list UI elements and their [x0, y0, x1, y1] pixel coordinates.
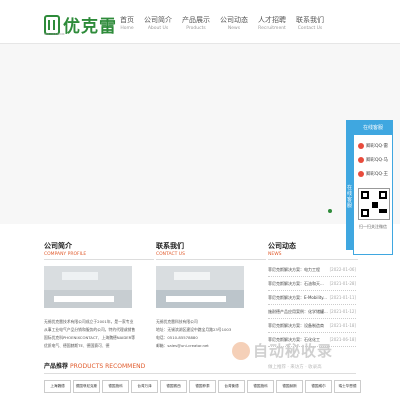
nav-label: 联系我们 — [296, 16, 324, 24]
watermark-logo-icon — [232, 341, 250, 360]
product-tab[interactable]: 德国施科 — [247, 380, 274, 393]
service-panel-title: 在线客服 — [354, 121, 392, 135]
products-title: 产品推荐 PRODUCTS RECOMMEND — [44, 361, 145, 370]
site-header: 优克雷 UNI-CREATOR 首页 Home 公司简介 About Us 产品… — [0, 0, 400, 44]
office-photo — [156, 266, 244, 308]
news-title: 施耐德产品应用案例：化学储罐... — [268, 309, 328, 314]
nav-label: 产品展示 — [182, 16, 210, 24]
qq-icon — [358, 143, 364, 149]
news-item[interactable]: 菲尼克斯解决方案：电力工程 [2022-01-06] — [268, 263, 356, 277]
product-tab[interactable]: 台湾衡德 — [218, 380, 245, 393]
wechat-qr-code — [358, 188, 390, 220]
product-tab[interactable]: 德国赛西 — [160, 380, 187, 393]
watermark-text: 自动秘收录 — [253, 342, 334, 360]
nav-home[interactable]: 首页 Home — [120, 16, 134, 32]
qq-icon — [358, 157, 364, 163]
qq-contact-label: 卿彩QQ·雷 — [366, 144, 389, 149]
news-date: [2021-01-28] — [329, 281, 356, 286]
news-item[interactable]: 菲尼克斯解决方案：E-Mobility... [2021-01-11] — [268, 291, 356, 305]
service-panel: 在线客服 卿彩QQ·雷 卿彩QQ·马 卿彩QQ·王 扫一扫关注微信 — [353, 120, 393, 255]
nav-sublabel: Recruitment — [258, 26, 286, 31]
divider — [44, 259, 154, 260]
nav-sublabel: Home — [120, 26, 134, 31]
page: 优克雷 UNI-CREATOR 首页 Home 公司简介 About Us 产品… — [0, 0, 400, 400]
qq-contact-label: 卿彩QQ·马 — [366, 158, 389, 163]
qq-icon — [358, 171, 364, 177]
nav-label: 人才招聘 — [258, 16, 286, 24]
divider — [268, 259, 358, 260]
product-tab[interactable]: 德国威尔 — [305, 380, 332, 393]
contact-company: 无锡优克雷科技有限公司 — [156, 319, 198, 324]
news-title: 菲尼克斯解决方案：电力工程 — [268, 267, 320, 272]
about-text: 无锡优克雷技术有限公司成立于2001年，是一家专业从事工业电气产品分销和服务的公… — [44, 319, 136, 348]
qq-contact-label: 卿彩QQ·王 — [366, 172, 389, 177]
news-title: 菲尼克斯解决方案：石油和天... — [268, 281, 324, 286]
qr-caption: 扫一扫关注微信 — [359, 224, 387, 229]
product-tab[interactable]: 上海魏德 — [44, 380, 71, 393]
nav-sublabel: Products — [186, 26, 206, 31]
nav-sublabel: News — [227, 26, 241, 31]
contact-address: 地址：无锡滨湖区建设中路宝月路23号1003 — [156, 327, 232, 332]
products-title-cn: 产品推荐 — [44, 363, 69, 370]
divider — [156, 259, 266, 260]
news-title: 菲尼克斯解决方案：E-Mobility... — [268, 295, 327, 300]
section-title: 公司简介 — [44, 242, 72, 250]
news-title: 菲尼克斯解决方案：设备制造商 — [268, 323, 324, 328]
news-date: [2021-01-11] — [329, 295, 356, 300]
news-date: [2021-01-18] — [329, 323, 356, 328]
product-tab[interactable]: 瑞士华恩德 — [334, 380, 361, 393]
about-section: 公司简介 COMPANY PROFILE 无锡优克雷技术有限公司成立于2001年… — [44, 241, 154, 350]
news-date: [2021-01-12] — [329, 309, 356, 314]
products-title-en: PRODUCTS RECOMMEND — [70, 363, 146, 370]
nav-label: 公司动态 — [220, 16, 248, 24]
product-tabs: 上海魏德 德国菲尼克斯 德国施科 台湾万泽 德国赛西 德国菲泰 台湾衡德 德国施… — [44, 380, 361, 393]
product-tab[interactable]: 德国赫斯 — [276, 380, 303, 393]
logo-text: 优克雷 — [63, 17, 117, 37]
product-tab[interactable]: 台湾万泽 — [131, 380, 158, 393]
news-date: [2021-06-18] — [329, 337, 356, 342]
carousel-dot[interactable] — [328, 209, 332, 213]
office-photo — [44, 266, 132, 308]
divider — [44, 373, 356, 374]
contact-section: 联系我们 CONTACT US 无锡优克雷科技有限公司 地址：无锡滨湖区建设中路… — [156, 241, 266, 350]
section-subtitle: COMPANY PROFILE — [44, 252, 87, 257]
nav-about[interactable]: 公司简介 About Us — [144, 16, 172, 32]
section-title: 公司动态 — [268, 242, 296, 250]
product-tab[interactable]: 德国菲泰 — [189, 380, 216, 393]
news-date: [2022-01-06] — [329, 267, 356, 272]
news-section: 公司动态 NEWS 菲尼克斯解决方案：电力工程 [2022-01-06] 菲尼克… — [268, 241, 358, 347]
nav-sublabel: Contact Us — [297, 26, 323, 31]
qq-contact[interactable]: 卿彩QQ·马 — [358, 155, 392, 165]
section-subtitle: NEWS — [268, 252, 282, 257]
product-tab[interactable]: 德国施科 — [102, 380, 129, 393]
watermark: 自动秘收录 — [232, 340, 333, 361]
news-item[interactable]: 施耐德产品应用案例：化学储罐... [2021-01-12] — [268, 305, 356, 319]
logo-subtext: UNI-CREATOR — [44, 32, 65, 36]
news-item[interactable]: 菲尼克斯解决方案：设备制造商 [2021-01-18] — [268, 319, 356, 333]
nav-label: 公司简介 — [144, 16, 172, 24]
qq-contact[interactable]: 卿彩QQ·雷 — [358, 141, 392, 151]
news-item[interactable]: 菲尼克斯解决方案：石油和天... [2021-01-28] — [268, 277, 356, 291]
nav-contact[interactable]: 联系我们 Contact Us — [296, 16, 324, 32]
hero-banner — [0, 44, 400, 224]
main-nav: 首页 Home 公司简介 About Us 产品展示 Products 公司动态… — [120, 16, 334, 32]
product-tab[interactable]: 德国菲尼克斯 — [73, 380, 100, 393]
watermark-subtext: 做上推荐 · 来访方 · 收录高 — [268, 365, 322, 370]
section-subtitle: CONTACT US — [156, 252, 185, 257]
nav-recruitment[interactable]: 人才招聘 Recruitment — [258, 16, 286, 32]
qq-contact[interactable]: 卿彩QQ·王 — [358, 169, 392, 179]
section-title: 联系我们 — [156, 242, 184, 250]
nav-sublabel: About Us — [147, 26, 169, 31]
nav-products[interactable]: 产品展示 Products — [182, 16, 210, 32]
nav-news[interactable]: 公司动态 News — [220, 16, 248, 32]
nav-label: 首页 — [120, 16, 134, 24]
